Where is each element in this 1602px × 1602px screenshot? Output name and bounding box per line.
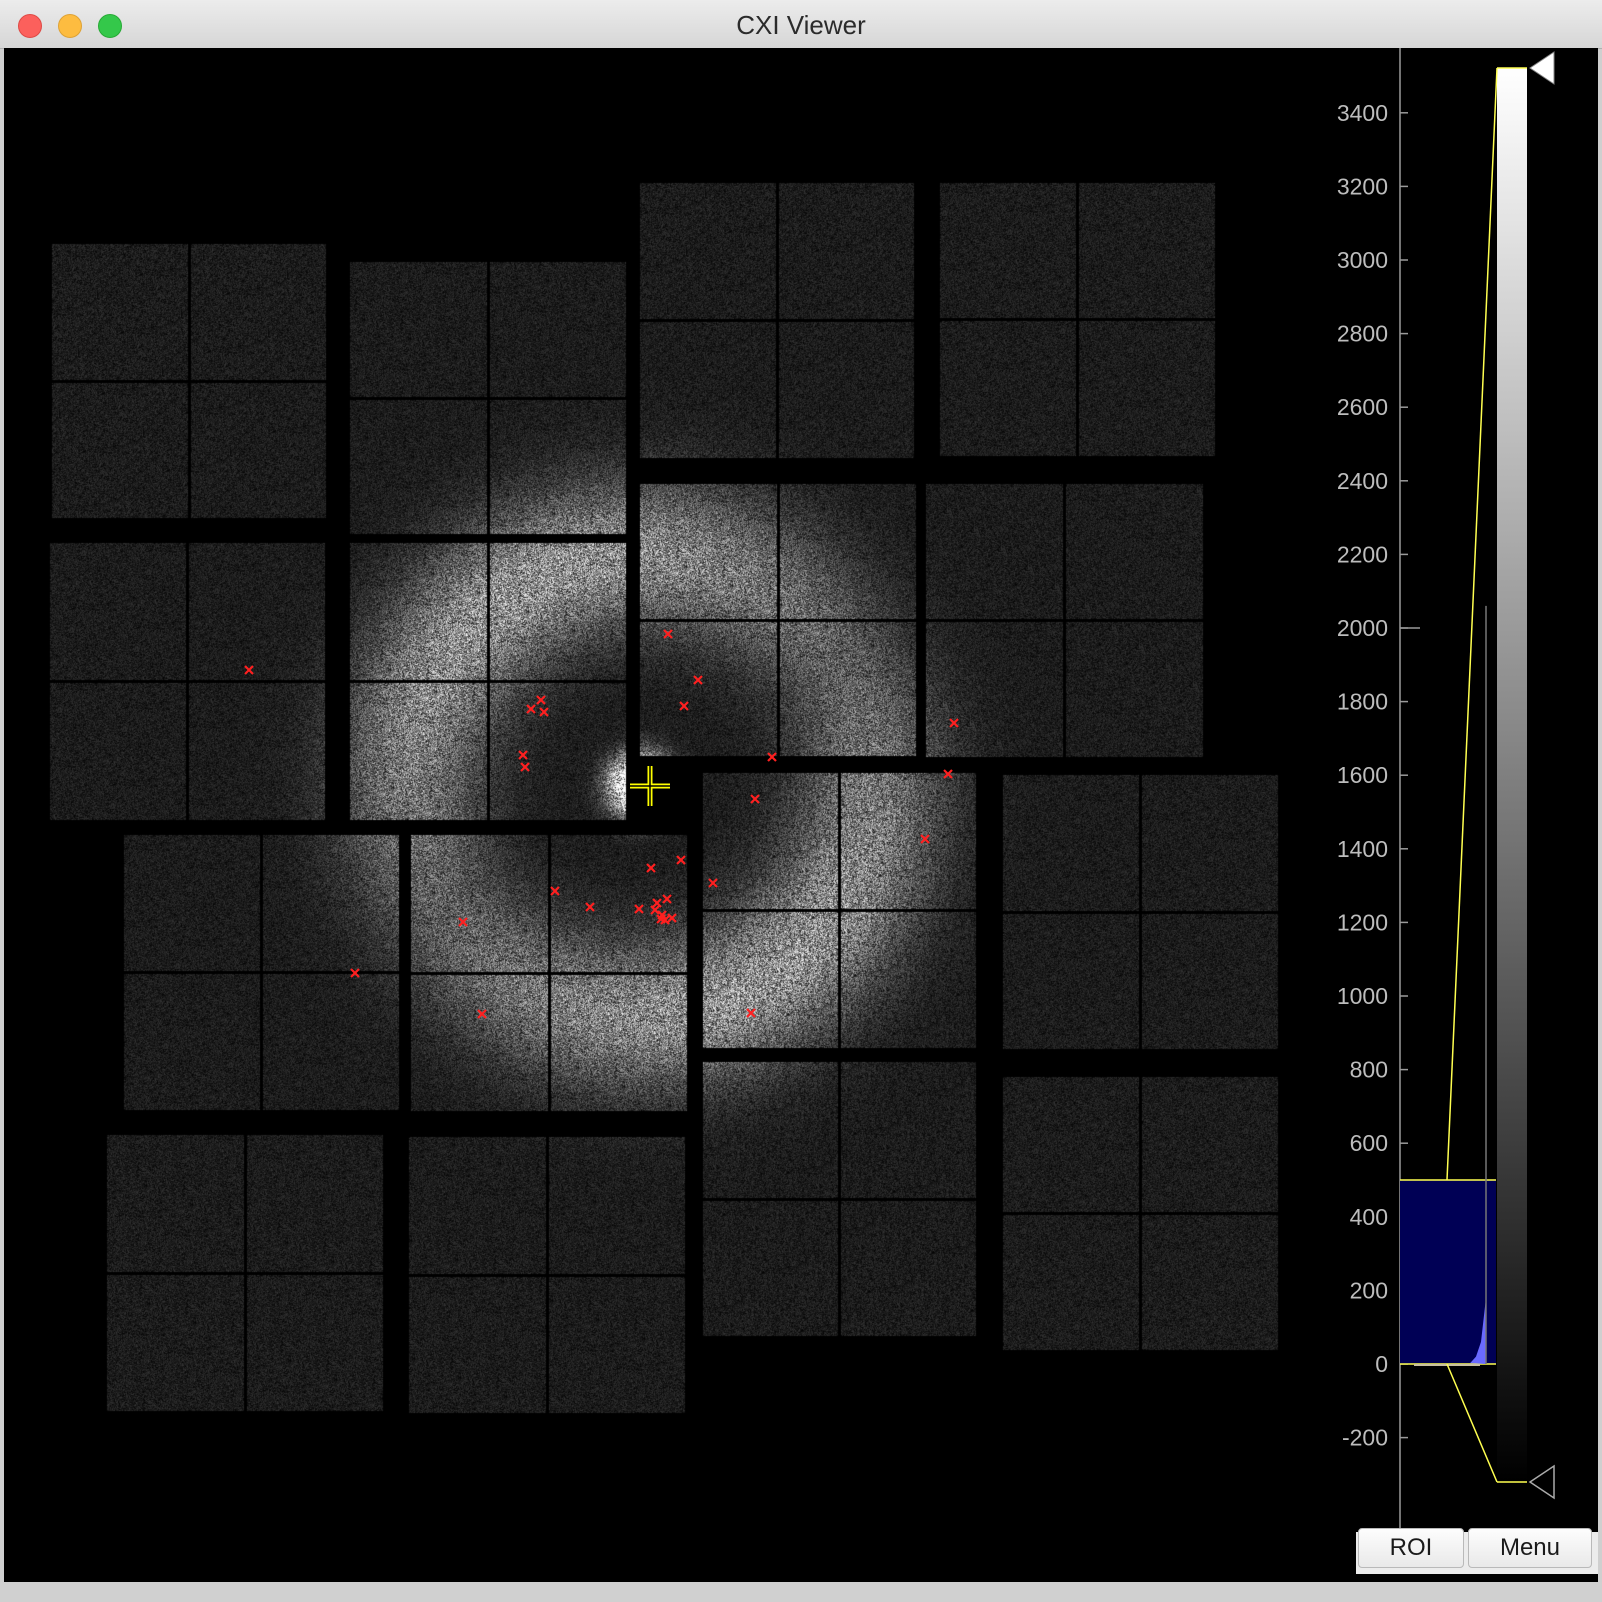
- histogram-tick-label: 2000: [1337, 615, 1388, 641]
- window-title: CXI Viewer: [736, 10, 866, 40]
- histogram-tick-label: 200: [1350, 1277, 1388, 1303]
- gradient-strip[interactable]: [1497, 68, 1527, 1482]
- peak-x-marker-icon: [244, 665, 254, 675]
- histogram-tick-label: 1600: [1337, 762, 1388, 788]
- peak-x-marker-icon: [652, 898, 662, 908]
- histogram-tick-label: 3000: [1337, 247, 1388, 273]
- peak-x-marker-icon: [767, 752, 777, 762]
- peak-x-marker-icon: [477, 1009, 487, 1019]
- detector-overlay: [244, 629, 959, 1019]
- histogram-tick-label: 3600: [1337, 48, 1388, 52]
- histogram-widget[interactable]: 3600340032003000280026002400220020001800…: [4, 48, 1598, 1582]
- histogram-tick-label: -200: [1342, 1425, 1388, 1451]
- peak-x-marker-icon: [650, 905, 660, 915]
- histogram-tick-label: 2600: [1337, 394, 1388, 420]
- menu-button[interactable]: Menu: [1468, 1528, 1592, 1568]
- peak-x-marker-icon: [518, 750, 528, 760]
- app-window: CXI Viewer 3600 3400 3200 3000 2800 2600 2400 2…: [0, 0, 1602, 1602]
- level-region[interactable]: [1400, 1180, 1496, 1364]
- histogram-tick-label: 3200: [1337, 173, 1388, 199]
- window-bottom-edge: [0, 1582, 1602, 1602]
- peak-x-marker-icon: [350, 968, 360, 978]
- peak-x-marker-icon: [634, 904, 644, 914]
- histogram-tick-label: 2800: [1337, 321, 1388, 347]
- max-level-triangle-handle-icon[interactable]: [1529, 51, 1555, 85]
- image-view[interactable]: 3600340032003000280026002400220020001800…: [4, 48, 1598, 1582]
- histogram-plot[interactable]: [1400, 605, 1496, 1366]
- peak-x-marker-icon: [520, 762, 530, 772]
- histogram-tick-label: 1000: [1337, 983, 1388, 1009]
- peak-x-marker-icon: [750, 794, 760, 804]
- histogram-tick-label: 3400: [1337, 100, 1388, 126]
- peak-x-marker-icon: [746, 1008, 756, 1018]
- peak-x-marker-icon: [949, 718, 959, 728]
- beam-center-crosshair-icon: [630, 766, 670, 806]
- peak-x-marker-icon: [708, 878, 718, 888]
- peak-x-marker-icon: [693, 675, 703, 685]
- title-bar[interactable]: CXI Viewer: [0, 0, 1602, 49]
- histogram-tick-label: 2400: [1337, 468, 1388, 494]
- histogram-tick-label: 600: [1350, 1130, 1388, 1156]
- peak-x-marker-icon: [458, 917, 468, 927]
- histogram-tick-label: 1400: [1337, 836, 1388, 862]
- min-level-triangle-handle-icon[interactable]: [1528, 1464, 1555, 1500]
- histogram-tick-label: 800: [1350, 1057, 1388, 1083]
- roi-button[interactable]: ROI: [1358, 1528, 1464, 1568]
- peak-x-marker-icon: [679, 701, 689, 711]
- peak-x-marker-icon: [663, 629, 673, 639]
- peak-x-marker-icon: [526, 704, 536, 714]
- histogram-tick-label: 0: [1375, 1351, 1388, 1377]
- peak-x-marker-icon: [676, 855, 686, 865]
- peak-x-marker-icon: [536, 695, 546, 705]
- histogram-tick-label: 1800: [1337, 689, 1388, 715]
- histogram-tick-label: 1200: [1337, 909, 1388, 935]
- peak-x-marker-icon: [667, 913, 677, 923]
- histogram-tick-label: 2200: [1337, 541, 1388, 567]
- peak-x-marker-icon: [646, 863, 656, 873]
- peak-x-marker-icon: [943, 769, 953, 779]
- peak-x-marker-icon: [585, 902, 595, 912]
- peak-x-marker-icon: [539, 707, 549, 717]
- histogram-tick-label: 400: [1350, 1204, 1388, 1230]
- peak-x-marker-icon: [662, 894, 672, 904]
- peak-x-marker-icon: [550, 886, 560, 896]
- peak-x-marker-icon: [920, 834, 930, 844]
